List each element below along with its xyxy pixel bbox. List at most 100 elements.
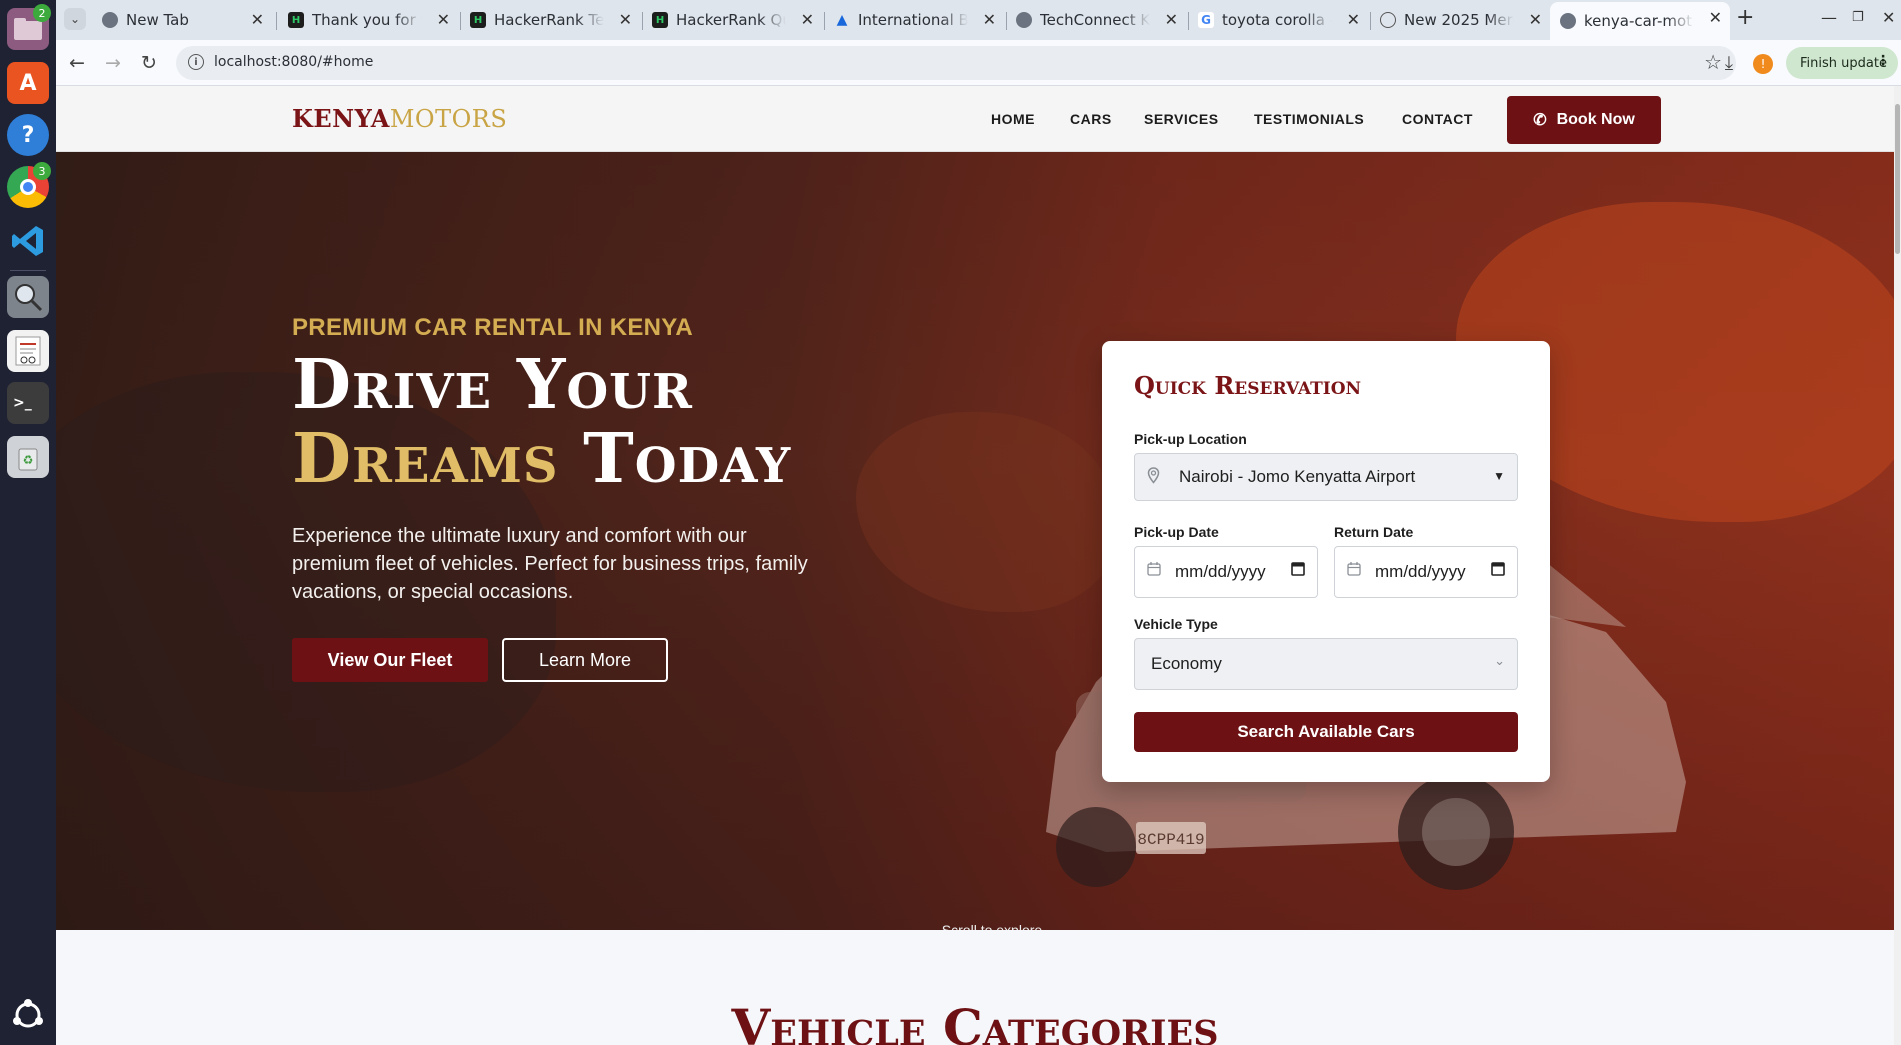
tab-mercedes[interactable]: New 2025 Merce ✕	[1370, 4, 1550, 36]
new-tab-plus-icon[interactable]: +	[1736, 5, 1754, 30]
tab-title: International Bu	[858, 11, 968, 29]
hero-title-rest: Today	[558, 419, 792, 499]
tab-thank-you[interactable]: H Thank you for your ✕	[278, 4, 458, 36]
tab-title: HackerRank Test	[494, 11, 604, 29]
pickup-date-placeholder: mm/dd/yyyy	[1175, 562, 1266, 581]
close-icon[interactable]: ✕	[1165, 10, 1178, 29]
address-bar[interactable]: i localhost:8080/#home ☆	[176, 46, 1736, 80]
restore-icon[interactable]: ❐	[1852, 10, 1864, 25]
nav-services[interactable]: SERVICES	[1144, 111, 1219, 127]
help-dock-item[interactable]: ?	[3, 110, 53, 160]
reload-icon[interactable]: ↻	[136, 50, 162, 76]
kebab-menu-icon[interactable]: ⋮	[1876, 53, 1890, 69]
learn-more-button[interactable]: Learn More	[502, 638, 668, 682]
app-center-icon: A	[7, 62, 49, 104]
back-arrow-icon[interactable]: ←	[64, 50, 90, 76]
image-viewer-dock-item[interactable]	[3, 272, 53, 322]
nav-cars[interactable]: CARS	[1070, 111, 1112, 127]
close-icon[interactable]: ✕	[437, 10, 450, 29]
svg-text:♻: ♻	[23, 453, 34, 467]
mercedes-icon	[1380, 12, 1396, 28]
pickup-date-input[interactable]: mm/dd/yyyy	[1134, 546, 1318, 598]
vehicle-type-select[interactable]: Economy ⌄	[1134, 638, 1518, 690]
finish-update-button[interactable]: Finish update ⋮	[1786, 47, 1898, 79]
hero-kicker: PREMIUM CAR RENTAL IN KENYA	[292, 314, 694, 341]
close-icon[interactable]: ✕	[983, 10, 996, 29]
tab-search-chevron-icon[interactable]: ⌄	[64, 8, 86, 30]
window-close-icon[interactable]: ✕	[1882, 8, 1895, 27]
calendar-picker-icon[interactable]	[1291, 561, 1305, 580]
site-logo[interactable]: KENYAMOTORS	[292, 104, 507, 133]
nav-home[interactable]: HOME	[991, 111, 1035, 127]
app-center-dock-item[interactable]: A	[3, 58, 53, 108]
calendar-picker-icon[interactable]	[1491, 561, 1505, 580]
view-fleet-button[interactable]: View Our Fleet	[292, 638, 488, 682]
chevron-down-icon: ⌄	[1494, 653, 1505, 668]
license-plate-text: 8CPP419	[1137, 831, 1204, 849]
tab-title: New Tab	[126, 11, 189, 29]
files-dock-item[interactable]: 2	[3, 4, 53, 54]
book-now-button[interactable]: ✆ Book Now	[1507, 96, 1661, 144]
trash-dock-item[interactable]: ♻	[3, 432, 53, 482]
hero-section: 8CPP419 PREMIUM CAR RENTAL IN KENYA Driv…	[56, 152, 1894, 930]
site-info-icon[interactable]: i	[188, 54, 204, 70]
browser-toolbar: ← → ↻ i localhost:8080/#home ☆ ⤓ ! Finis…	[56, 40, 1901, 86]
nav-testimonials[interactable]: TESTIMONIALS	[1254, 111, 1364, 127]
tab-hackerrank-test[interactable]: H HackerRank Test ✕	[460, 4, 640, 36]
quick-reservation-card: Quick Reservation Pick-up Location Nairo…	[1102, 341, 1550, 782]
terminal-dock-item[interactable]: >_	[3, 378, 53, 428]
vscode-dock-item[interactable]	[3, 216, 53, 266]
forward-arrow-icon[interactable]: →	[100, 50, 126, 76]
search-available-cars-button[interactable]: Search Available Cars	[1134, 712, 1518, 752]
url-text[interactable]: localhost:8080/#home	[214, 54, 373, 70]
book-now-label: Book Now	[1556, 111, 1635, 128]
tab-kenya-car-motion[interactable]: kenya-car-motion ✕	[1550, 2, 1730, 40]
hackerrank-icon: H	[470, 12, 486, 28]
pickup-location-select[interactable]: Nairobi - Jomo Kenyatta Airport ▼	[1134, 453, 1518, 501]
globe-icon	[1560, 13, 1576, 29]
nav-contact[interactable]: CONTACT	[1402, 111, 1473, 127]
dock-badge: 3	[33, 162, 51, 180]
tab-techconnect[interactable]: TechConnect Ke ✕	[1006, 4, 1186, 36]
chrome-dock-item[interactable]: 3	[3, 162, 53, 212]
pickup-location-label: Pick-up Location	[1134, 431, 1247, 447]
trash-icon: ♻	[7, 436, 49, 478]
hero-title: Drive Your Dreams Today	[292, 348, 791, 496]
site-header: KENYAMOTORS HOME CARS SERVICES TESTIMONI…	[56, 86, 1894, 152]
hackerrank-icon: H	[652, 12, 668, 28]
text-editor-dock-item[interactable]	[3, 326, 53, 376]
document-viewer-icon	[7, 330, 49, 372]
close-icon[interactable]: ✕	[1709, 8, 1722, 27]
tab-title: toyota corolla - G	[1222, 11, 1332, 29]
return-date-label: Return Date	[1334, 524, 1414, 540]
logo-part-kenya: KENYA	[292, 104, 390, 133]
show-apps-dock-item[interactable]	[3, 990, 53, 1040]
pickup-date-label: Pick-up Date	[1134, 524, 1219, 540]
download-icon[interactable]: ⤓	[1716, 50, 1742, 76]
page-scrollbar[interactable]	[1894, 86, 1901, 1045]
magnifier-icon	[7, 276, 49, 318]
chevron-down-icon: ▼	[1493, 469, 1505, 483]
close-icon[interactable]: ✕	[251, 10, 264, 29]
reservation-title: Quick Reservation	[1134, 371, 1362, 400]
map-pin-icon	[1147, 467, 1160, 488]
chrome-icon	[102, 12, 118, 28]
scrollbar-thumb[interactable]	[1895, 104, 1900, 254]
pickup-location-value: Nairobi - Jomo Kenyatta Airport	[1179, 467, 1416, 486]
close-icon[interactable]: ✕	[801, 10, 814, 29]
tab-hackerrank-questions[interactable]: H HackerRank Questions ✕	[642, 4, 822, 36]
update-alert-icon[interactable]: !	[1753, 54, 1773, 74]
terminal-icon: >_	[7, 382, 49, 424]
close-icon[interactable]: ✕	[619, 10, 632, 29]
tab-international[interactable]: ▲ International Bu ✕	[824, 4, 1004, 36]
google-icon: G	[1198, 12, 1214, 28]
tab-new-tab[interactable]: New Tab ✕	[92, 4, 272, 36]
close-icon[interactable]: ✕	[1347, 10, 1360, 29]
calendar-icon	[1347, 561, 1361, 580]
globe-icon	[1016, 12, 1032, 28]
minimize-icon[interactable]: —	[1821, 8, 1837, 27]
close-icon[interactable]: ✕	[1529, 10, 1542, 29]
finish-update-label: Finish update	[1800, 55, 1887, 71]
return-date-input[interactable]: mm/dd/yyyy	[1334, 546, 1518, 598]
tab-toyota-corolla[interactable]: G toyota corolla - G ✕	[1188, 4, 1368, 36]
